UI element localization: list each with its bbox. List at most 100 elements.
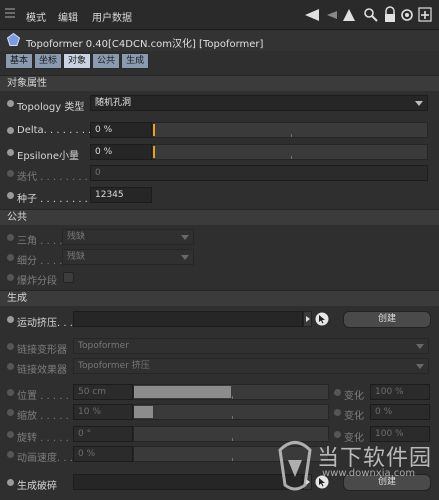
position-vary-field: 100 % [370, 384, 430, 400]
subdiv-row: 细分 . . . . 残缺 [0, 249, 439, 267]
rotate-field: 0 ° [73, 426, 133, 442]
triangle-label: 三角 . . . . [17, 236, 63, 247]
gen-break-label: 生成破碎 [17, 481, 57, 492]
link-deformer-value: Topoformer [78, 341, 129, 351]
scale-vary-label: 变化 [344, 411, 364, 422]
chevron-down-icon [416, 364, 424, 369]
add-icon[interactable] [418, 6, 432, 24]
epsilon-slider[interactable] [152, 144, 428, 160]
motion-extrude-link-field[interactable] [73, 311, 303, 327]
link-deformer-label: 链接变形器 [17, 345, 67, 356]
slider-marker [153, 146, 155, 158]
link-effector-label: 链接效果器 [17, 365, 67, 376]
watermark-url: www.downxia.com [322, 468, 416, 479]
explode-checkbox [63, 272, 74, 283]
link-effector-row: 链接效果器 Topoformer 挤压 [0, 358, 439, 376]
seed-label: 种子 . . . . . . . . [17, 194, 88, 205]
animate-dot-icon [334, 409, 341, 416]
tab-object[interactable]: 对象 [63, 53, 92, 69]
iteration-label: 迭代 . . . . . . . . [17, 172, 88, 183]
link-deformer-row: 链接变形器 Topoformer [0, 338, 439, 356]
triangle-value: 残缺 [67, 232, 86, 242]
topology-row: Topology 类型 随机孔洞 [0, 95, 439, 113]
tab-basic[interactable]: 基本 [5, 53, 34, 69]
lock-icon[interactable] [383, 6, 397, 24]
back-arrow-icon[interactable] [302, 6, 322, 24]
section-common: 公共 [0, 209, 439, 225]
seed-row: 种子 . . . . . . . . 12345 [0, 187, 439, 205]
animate-dot-icon [7, 363, 14, 370]
tab-generate[interactable]: 生成 [121, 53, 150, 69]
scale-slider [133, 404, 329, 420]
slider-tick [232, 396, 233, 399]
search-icon[interactable] [363, 6, 379, 24]
subdiv-dropdown: 残缺 [62, 249, 194, 265]
link-effector-value: Topoformer 挤压 [78, 361, 150, 371]
animate-dot-icon [7, 274, 14, 281]
link-arrow-button[interactable] [303, 311, 312, 327]
animate-dot-icon [7, 389, 14, 396]
topology-value: 随机孔洞 [95, 98, 132, 108]
settings-icon[interactable] [400, 6, 414, 24]
topology-dropdown[interactable]: 随机孔洞 [90, 95, 428, 111]
menu-user-data[interactable]: 用户数据 [92, 9, 132, 24]
seed-field[interactable]: 12345 [90, 187, 152, 203]
up-arrow-icon[interactable] [342, 6, 356, 24]
tab-common[interactable]: 公共 [92, 53, 121, 69]
chevron-down-icon [416, 344, 424, 349]
create-button[interactable]: 创建 [343, 311, 431, 328]
animate-dot-icon [7, 343, 14, 350]
gen-break-link-field[interactable] [73, 474, 303, 490]
animate-dot-icon[interactable] [7, 149, 14, 156]
animate-dot-icon[interactable] [7, 127, 14, 134]
rotate-label: 旋转 . . . . . . [17, 433, 76, 444]
animate-dot-icon[interactable] [7, 100, 14, 107]
triangle-row: 三角 . . . . 残缺 [0, 229, 439, 247]
explode-row: 爆炸分段 [0, 269, 439, 287]
animate-dot-icon [7, 254, 14, 261]
delta-label: Delta. . . . . . . . . [17, 125, 98, 136]
position-slider-fill [134, 386, 231, 398]
animate-dot-icon [7, 234, 14, 241]
position-vary-label: 变化 [344, 391, 364, 402]
animate-dot-icon[interactable] [7, 316, 14, 323]
link-deformer-dropdown: Topoformer [73, 338, 429, 354]
anim-speed-field: 0 % [73, 446, 133, 462]
iteration-row: 迭代 . . . . . . . . 0 [0, 165, 439, 183]
animate-dot-icon[interactable] [7, 192, 14, 199]
pick-cursor-icon[interactable] [315, 312, 329, 326]
delta-slider[interactable] [152, 122, 428, 138]
menu-mode[interactable]: 模式 [26, 9, 46, 24]
animate-dot-icon [7, 170, 14, 177]
triangle-dropdown: 残缺 [62, 229, 194, 245]
animate-dot-icon[interactable] [7, 479, 14, 486]
slider-tick [291, 134, 292, 137]
tab-coord[interactable]: 坐标 [34, 53, 63, 69]
object-title: Topoformer 0.40[C4DCN.com汉化] [Topoformer… [26, 39, 264, 50]
epsilon-label: Epsilone小量 [17, 151, 80, 162]
explode-label: 爆炸分段 [17, 276, 57, 287]
subdiv-value: 残缺 [67, 252, 86, 262]
animate-dot-icon [334, 389, 341, 396]
scale-vary-field: 0 % [370, 404, 430, 420]
forward-dot-icon[interactable] [325, 6, 339, 24]
animate-dot-icon [7, 451, 14, 458]
menubar: 模式 编辑 用户数据 [0, 0, 439, 30]
scale-slider-fill [134, 406, 154, 418]
slider-tick [291, 156, 292, 159]
subdiv-label: 细分 . . . . [17, 256, 63, 267]
menu-grip-icon [5, 8, 15, 22]
scale-field: 10 % [73, 404, 133, 420]
scale-label: 缩放 . . . . . . [17, 411, 76, 422]
link-effector-dropdown: Topoformer 挤压 [73, 358, 429, 374]
chevron-down-icon [181, 235, 189, 240]
delta-field[interactable]: 0 % [90, 122, 152, 138]
position-label: 位置 . . . . . . [17, 391, 76, 402]
menu-edit[interactable]: 编辑 [58, 9, 78, 24]
animate-dot-icon [7, 409, 14, 416]
topoformer-icon [6, 32, 21, 46]
slider-tick [232, 458, 233, 461]
position-row: 位置 . . . . . . 50 cm 变化 100 % [0, 384, 439, 402]
epsilon-field[interactable]: 0 % [90, 144, 152, 160]
slider-marker [153, 124, 155, 136]
